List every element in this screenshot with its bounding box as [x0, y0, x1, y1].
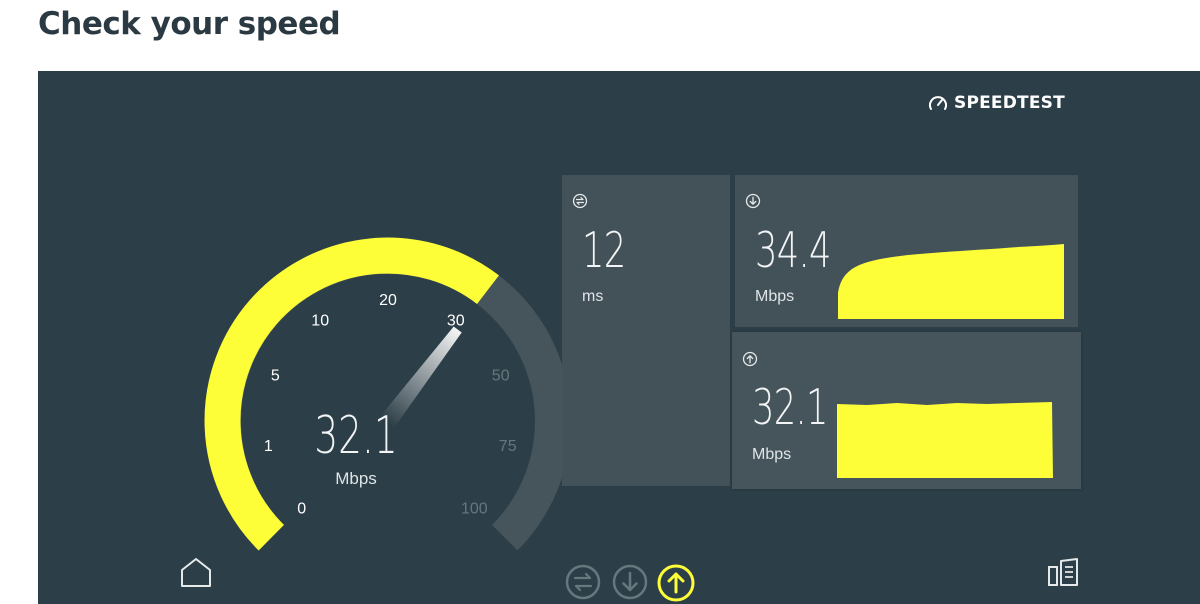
gauge-tick-label: 75	[499, 438, 517, 455]
download-panel: 34.4 Mbps	[735, 175, 1078, 327]
upload-step-icon[interactable]	[656, 563, 696, 603]
gauge-tick-label: 1	[264, 438, 273, 455]
gauge-tick-label: 100	[461, 500, 488, 517]
gauge-unit: Mbps	[335, 469, 377, 488]
download-arrow-icon	[745, 193, 761, 209]
download-unit: Mbps	[755, 288, 795, 305]
upload-panel: 32.1 Mbps	[732, 332, 1081, 489]
gauge-tick-label: 0	[297, 500, 306, 517]
upload-unit: Mbps	[752, 446, 792, 463]
download-value: 34.4	[755, 222, 831, 279]
ping-panel: 12 ms	[562, 175, 730, 486]
speedtest-widget: SPEEDTEST 0 1 5 10 20 30 50 75 100 32.1 Mbps 12 …	[38, 71, 1200, 604]
home-icon[interactable]	[178, 555, 214, 591]
upload-arrow-icon	[742, 351, 758, 367]
speed-gauge: 0 1 5 10 20 30 50 75 100 32.1 Mbps	[204, 237, 571, 551]
ping-step-icon[interactable]	[564, 563, 602, 601]
results-icon[interactable]	[1046, 555, 1082, 591]
gauge-tick-label: 20	[379, 292, 397, 309]
page-title: Check your speed	[38, 6, 341, 42]
gauge-tick-label: 30	[447, 313, 465, 330]
upload-value: 32.1	[752, 379, 828, 436]
speedometer-icon	[929, 96, 947, 110]
gauge-value: 32.1	[314, 405, 397, 466]
ping-unit: ms	[582, 288, 604, 305]
gauge-fill	[204, 237, 499, 551]
brand-name: SPEEDTEST	[954, 93, 1065, 113]
speedtest-logo: SPEEDTEST	[928, 93, 1065, 113]
gauge-tick-label: 10	[311, 313, 329, 330]
ping-icon	[572, 193, 588, 209]
download-step-icon[interactable]	[611, 563, 649, 601]
download-graph	[838, 244, 1064, 319]
ping-value: 12	[582, 222, 626, 279]
gauge-tick-label: 50	[492, 367, 510, 384]
upload-graph	[837, 402, 1053, 478]
gauge-tick-label: 5	[271, 367, 280, 384]
